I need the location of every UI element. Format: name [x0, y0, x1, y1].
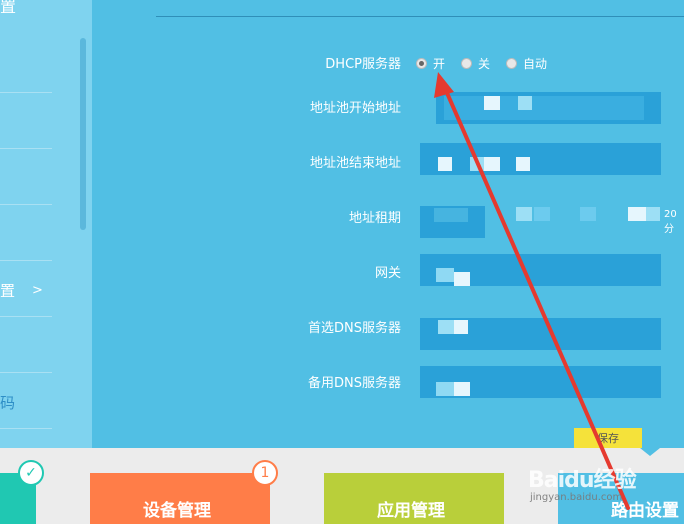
tab-app-management[interactable]: 应用管理: [324, 473, 504, 524]
pool-end-label: 地址池结束地址: [309, 156, 401, 171]
pool-start-label: 地址池开始地址: [309, 101, 401, 116]
dhcp-off-radio[interactable]: 关: [461, 55, 490, 72]
tab-pointer: [640, 448, 660, 456]
dhcp-auto-label: 自动: [523, 57, 548, 71]
radio-unchecked-icon: [461, 58, 472, 69]
gateway-label: 网关: [374, 266, 401, 281]
sidebar-title: 置: [0, 0, 17, 16]
save-button[interactable]: 保存: [574, 428, 642, 448]
lan-settings-panel: DHCP服务器 开 关 自动 地址池开始地址 地址池结束地址 地址租期 20分 …: [92, 0, 684, 448]
blurred-value: [484, 157, 500, 171]
pool-end-input[interactable]: [420, 143, 661, 175]
blurred-value: [534, 207, 550, 221]
sidebar-divider: [0, 372, 52, 373]
pool-start-input[interactable]: [436, 92, 661, 124]
sidebar: 置 置 > 码: [0, 0, 92, 448]
blurred-value: [518, 96, 532, 110]
blurred-value: [516, 157, 530, 171]
tab-label: 设备管理: [143, 501, 211, 521]
blurred-value: [580, 207, 596, 221]
sidebar-item[interactable]: 置: [0, 280, 15, 301]
sidebar-divider: [0, 92, 52, 93]
sidebar-divider: [0, 148, 52, 149]
watermark-brand: Baidu经验: [528, 468, 637, 493]
blurred-value: [438, 320, 454, 334]
blurred-value: [516, 207, 532, 221]
dhcp-server-label: DHCP服务器: [325, 57, 401, 72]
check-icon: ✓: [18, 460, 44, 486]
watermark-url: jingyan.baidu.com: [530, 492, 623, 503]
dhcp-on-radio[interactable]: 开: [416, 55, 445, 72]
primary-dns-input[interactable]: [420, 318, 661, 350]
lease-time-input[interactable]: [420, 206, 485, 238]
gateway-input[interactable]: [420, 254, 661, 286]
primary-dns-label: 首选DNS服务器: [308, 321, 401, 336]
divider: [156, 16, 684, 17]
dhcp-off-label: 关: [478, 57, 491, 71]
blurred-value: [454, 382, 470, 396]
blurred-value: [444, 96, 644, 120]
blurred-value: [454, 320, 468, 334]
sidebar-divider: [0, 316, 52, 317]
blurred-value: [628, 207, 646, 221]
sidebar-divider: [0, 428, 52, 429]
lease-unit: 20分: [664, 209, 677, 235]
sidebar-divider: [0, 260, 52, 261]
secondary-dns-input[interactable]: [420, 366, 661, 398]
blurred-value: [438, 157, 452, 171]
dhcp-auto-radio[interactable]: 自动: [506, 55, 547, 72]
secondary-dns-label: 备用DNS服务器: [308, 376, 401, 391]
blurred-value: [454, 272, 470, 286]
radio-checked-icon: [416, 58, 427, 69]
sidebar-scrollbar[interactable]: [80, 38, 86, 230]
lease-time-label: 地址租期: [348, 211, 401, 226]
blurred-value: [646, 207, 660, 221]
tab-label: 应用管理: [377, 501, 445, 521]
baidu-jingyan-watermark: Baidu经验 jingyan.baidu.com: [528, 462, 637, 503]
notification-badge: 1: [252, 460, 278, 486]
radio-unchecked-icon: [506, 58, 517, 69]
dhcp-on-label: 开: [433, 57, 446, 71]
tab-network-status[interactable]: ✓: [0, 460, 44, 524]
sidebar-divider: [0, 204, 52, 205]
sidebar-item-password[interactable]: 码: [0, 392, 15, 413]
blurred-value: [484, 96, 500, 110]
blurred-value: [436, 382, 454, 396]
blurred-value: [434, 208, 468, 222]
blurred-value: [436, 268, 454, 282]
chevron-right-icon[interactable]: >: [32, 283, 43, 298]
tab-device-management[interactable]: 设备管理 1: [90, 460, 278, 524]
